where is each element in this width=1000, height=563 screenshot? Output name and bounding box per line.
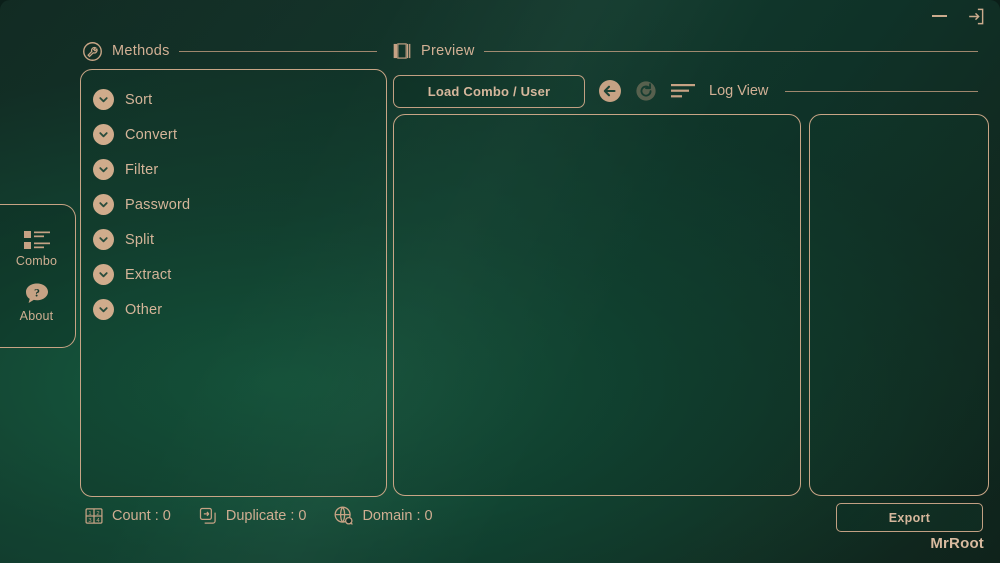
chevron-down-icon <box>93 89 114 110</box>
list-lines-icon <box>671 84 695 98</box>
method-item-convert[interactable]: Convert <box>81 117 386 152</box>
status-bar: 1 2 3 4 Count : 0 Duplicate : 0 Domain:… <box>84 505 433 526</box>
sidebar-item-label: About <box>19 309 54 323</box>
refresh-button[interactable] <box>635 80 657 102</box>
svg-text:2: 2 <box>96 510 99 516</box>
chevron-down-icon <box>93 194 114 215</box>
preview-header: Preview <box>392 40 978 62</box>
chevron-down-icon <box>93 159 114 180</box>
duplicate-copy-icon <box>199 507 216 524</box>
question-bubble-icon: ? <box>25 283 48 303</box>
method-item-split[interactable]: Split <box>81 222 386 257</box>
method-item-extract[interactable]: Extract <box>81 257 386 292</box>
method-item-label: Password <box>125 196 191 213</box>
method-item-label: Extract <box>125 266 172 283</box>
left-sidebar: Combo ? About <box>0 204 76 348</box>
list-checklist-icon <box>23 231 50 249</box>
methods-header: Methods <box>82 40 377 62</box>
back-arrow-circle-icon <box>599 80 621 102</box>
svg-text:3: 3 <box>88 517 91 523</box>
status-count: 1 2 3 4 Count : 0 <box>84 506 171 526</box>
preview-title: Preview <box>421 43 475 59</box>
log-lines-button[interactable] <box>670 81 696 101</box>
method-item-password[interactable]: Password <box>81 187 386 222</box>
method-item-label: Other <box>125 301 163 318</box>
status-duplicate-label: Duplicate : 0 <box>225 507 307 524</box>
methods-title: Methods <box>112 43 170 59</box>
exit-icon <box>968 8 983 24</box>
back-button[interactable] <box>598 79 622 103</box>
chevron-down-icon <box>93 124 114 145</box>
preview-toolbar: Load Combo / User Log View <box>393 74 978 108</box>
sidebar-item-about[interactable]: ? About <box>6 282 68 323</box>
status-duplicate: Duplicate : 0 <box>198 506 307 526</box>
method-item-label: Convert <box>125 126 178 143</box>
exit-button[interactable] <box>964 5 986 27</box>
load-combo-user-label: Load Combo / User <box>427 83 551 99</box>
methods-header-rule <box>178 50 377 52</box>
load-combo-user-button[interactable]: Load Combo / User <box>393 74 585 108</box>
preview-content-pane[interactable] <box>393 114 801 496</box>
status-count-label: Count : 0 <box>112 507 171 524</box>
sidebar-item-combo[interactable]: Combo <box>6 229 68 268</box>
status-domain: Domain : 0 <box>333 505 433 526</box>
method-item-label: Sort <box>125 91 153 108</box>
method-item-other[interactable]: Other <box>81 292 386 327</box>
export-label: Export <box>888 510 931 525</box>
log-view-rule <box>785 90 978 92</box>
count-numbers-icon: 1 2 3 4 <box>85 507 103 523</box>
preview-header-rule <box>483 50 978 52</box>
method-item-label: Split <box>125 231 155 248</box>
book-pages-icon <box>393 43 411 59</box>
chevron-down-icon <box>93 264 114 285</box>
refresh-circle-icon <box>636 81 656 101</box>
log-view-label: Log View <box>709 83 769 99</box>
title-bar <box>0 0 1000 32</box>
minimize-icon <box>931 15 947 17</box>
svg-text:?: ? <box>34 286 40 300</box>
status-domain-label: Domain : 0 <box>362 507 433 524</box>
method-item-sort[interactable]: Sort <box>81 82 386 117</box>
methods-panel: Sort Convert Filter Password Split Extra… <box>80 69 387 497</box>
minimize-button[interactable] <box>928 5 950 27</box>
log-content-pane[interactable] <box>809 114 989 496</box>
globe-search-icon <box>334 506 354 525</box>
wrench-circle-icon <box>83 41 102 61</box>
export-button[interactable]: Export <box>836 503 983 532</box>
chevron-down-icon <box>93 299 114 320</box>
app-window: Combo ? About Methods Sort Convert Filte… <box>0 0 1000 563</box>
svg-text:1: 1 <box>88 510 91 516</box>
sidebar-item-label: Combo <box>15 254 58 268</box>
brand-label: MrRoot <box>930 535 984 552</box>
method-item-filter[interactable]: Filter <box>81 152 386 187</box>
method-item-label: Filter <box>125 161 159 178</box>
chevron-down-icon <box>93 229 114 250</box>
